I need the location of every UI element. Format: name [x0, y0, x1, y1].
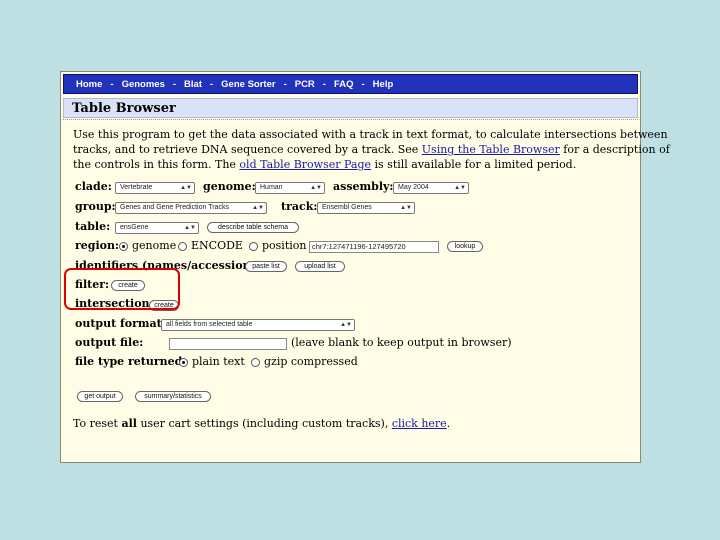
output-format-select-value: all fields from selected table [166, 321, 253, 328]
reset-text: user cart settings (including custom tra… [136, 417, 392, 430]
table-browser-panel: Home - Genomes - Blat - Gene Sorter - PC… [60, 71, 670, 463]
region-genome-label: genome [132, 239, 177, 252]
title-bar: Table Browser [63, 98, 638, 118]
position-input[interactable]: chr7:127471196-127495720 [309, 241, 439, 253]
track-select[interactable]: Ensembl Genes ▲▼ [317, 202, 415, 214]
file-type-label: file type returned: [75, 355, 187, 368]
region-genome-radio[interactable] [119, 242, 128, 251]
track-label: track: [281, 200, 318, 213]
reset-text-bold: all [121, 417, 137, 430]
output-format-label: output format: [75, 317, 166, 330]
divider [63, 119, 638, 120]
nav-pcr[interactable]: PCR [295, 79, 315, 90]
clade-select[interactable]: Vertebrate ▲▼ [115, 182, 195, 194]
assembly-select[interactable]: May 2004 ▲▼ [393, 182, 469, 194]
region-position-label: position [262, 239, 307, 252]
file-type-plain-label: plain text [192, 355, 245, 368]
output-file-hint: (leave blank to keep output in browser) [291, 336, 512, 349]
nav-separator: - [110, 78, 114, 90]
nav-separator: - [172, 78, 177, 90]
nav-separator: - [210, 78, 214, 90]
chevron-down-icon: ▲▼ [340, 322, 352, 328]
old-table-browser-link[interactable]: old Table Browser Page [239, 158, 371, 171]
file-type-gzip-radio[interactable] [251, 358, 260, 367]
intro-text: the controls in this form. The [73, 158, 240, 171]
intro-line-2: tracks, and to retrieve DNA sequence cov… [73, 143, 670, 156]
top-nav-bar: Home - Genomes - Blat - Gene Sorter - PC… [63, 74, 638, 94]
chevron-down-icon: ▲▼ [310, 185, 322, 191]
clade-select-value: Vertebrate [120, 184, 153, 191]
chevron-down-icon: ▲▼ [454, 185, 466, 191]
reset-cart-text: To reset all user cart settings (includi… [73, 417, 450, 430]
region-encode-radio[interactable] [178, 242, 187, 251]
reset-text: . [446, 417, 451, 430]
nav-faq[interactable]: FAQ [334, 79, 354, 90]
table-label: table: [75, 220, 111, 233]
track-select-value: Ensembl Genes [322, 204, 372, 211]
output-file-input[interactable] [169, 338, 287, 350]
nav-separator: - [322, 78, 326, 90]
chevron-down-icon: ▲▼ [400, 205, 412, 211]
genome-label: genome: [203, 180, 256, 193]
group-select-value: Genes and Gene Prediction Tracks [120, 204, 229, 211]
nav-gene-sorter[interactable]: Gene Sorter [221, 79, 275, 90]
describe-table-schema-button[interactable]: describe table schema [207, 222, 299, 233]
output-format-select[interactable]: all fields from selected table ▲▼ [161, 319, 355, 331]
region-position-radio[interactable] [249, 242, 258, 251]
chevron-down-icon: ▲▼ [252, 205, 264, 211]
get-output-button[interactable]: get output [77, 391, 123, 402]
table-select[interactable]: ensGene ▲▼ [115, 222, 199, 234]
clade-label: clade: [75, 180, 112, 193]
upload-list-button[interactable]: upload list [295, 261, 345, 272]
group-label: group: [75, 200, 116, 213]
reset-text: To reset [73, 417, 122, 430]
group-select[interactable]: Genes and Gene Prediction Tracks ▲▼ [115, 202, 267, 214]
table-select-value: ensGene [120, 224, 149, 231]
nav-blat[interactable]: Blat [184, 79, 202, 90]
nav-home[interactable]: Home [76, 79, 102, 90]
output-file-label: output file: [75, 336, 144, 349]
nav-separator: - [283, 78, 287, 90]
summary-statistics-button[interactable]: summary/statistics [135, 391, 211, 402]
page-title: Table Browser [72, 101, 176, 116]
reset-click-here-link[interactable]: click here [392, 417, 447, 430]
region-encode-label: ENCODE [191, 239, 243, 252]
intro-line-3: the controls in this form. The old Table… [73, 158, 576, 171]
filter-highlight-box [64, 268, 180, 310]
assembly-select-value: May 2004 [398, 184, 429, 191]
genome-select[interactable]: Human ▲▼ [255, 182, 325, 194]
assembly-label: assembly: [333, 180, 394, 193]
using-table-browser-link[interactable]: Using the Table Browser [422, 143, 560, 156]
genome-select-value: Human [260, 184, 283, 191]
chevron-down-icon: ▲▼ [184, 225, 196, 231]
region-label: region: [75, 239, 120, 252]
nav-help[interactable]: Help [373, 79, 394, 90]
intro-line-1: Use this program to get the data associa… [73, 128, 668, 141]
file-type-plain-radio[interactable] [179, 358, 188, 367]
nav-genomes[interactable]: Genomes [122, 79, 165, 90]
intro-text: is still available for a limited period. [371, 158, 577, 171]
nav-separator: - [361, 78, 365, 90]
intro-text: for a description of [559, 143, 670, 156]
lookup-button[interactable]: lookup [447, 241, 483, 252]
file-type-gzip-label: gzip compressed [264, 355, 358, 368]
chevron-down-icon: ▲▼ [180, 185, 192, 191]
intro-text: tracks, and to retrieve DNA sequence cov… [73, 143, 422, 156]
paste-list-button[interactable]: paste list [245, 261, 287, 272]
